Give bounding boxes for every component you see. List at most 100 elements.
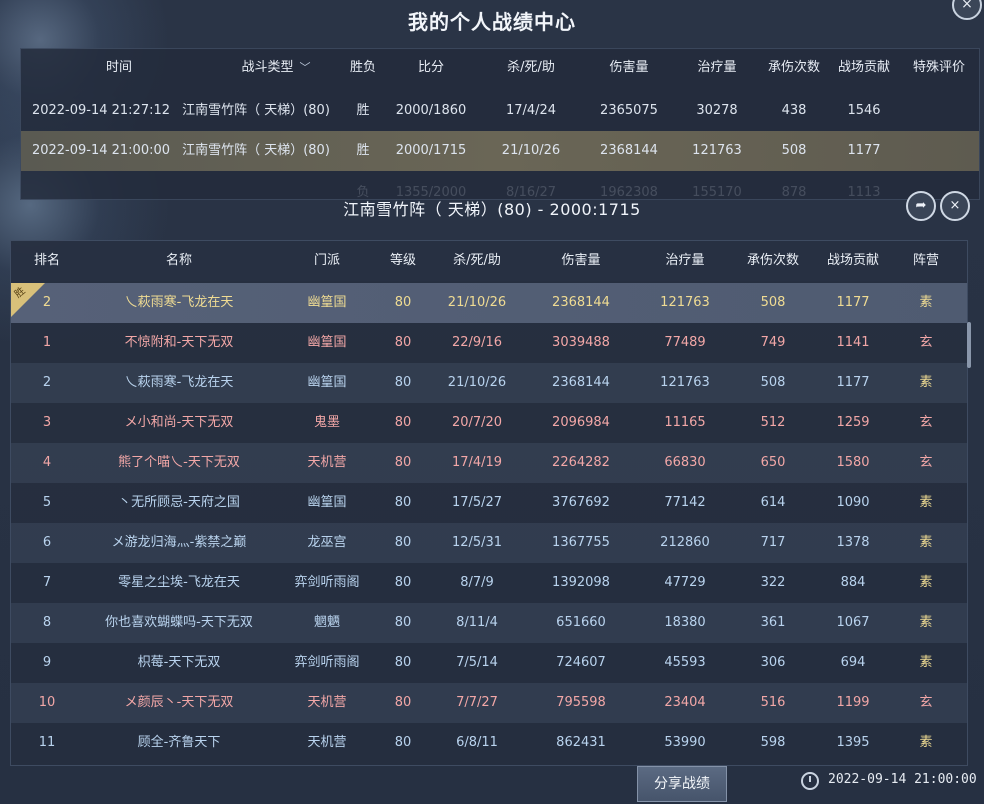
player-row[interactable]: 2 乀萩雨寒-飞龙在天 幽篁国 80 21/10/26 2368144 1217… xyxy=(11,363,967,403)
player-taken: 598 xyxy=(760,735,786,750)
history-row-selected[interactable]: 2022-09-14 21:00:00 江南雪竹阵（ 天梯）(80) 胜 200… xyxy=(21,131,979,171)
share-icon[interactable]: ➦ xyxy=(906,191,936,221)
player-damage: 2368144 xyxy=(552,295,610,310)
match-title: 江南雪竹阵（ 天梯）(80) - 2000:1715 xyxy=(343,200,641,219)
player-school: 弈剑听雨阁 xyxy=(294,575,360,590)
player-school: 弈剑听雨阁 xyxy=(294,655,360,670)
player-camp: 素 xyxy=(919,655,933,670)
player-contribution: 1378 xyxy=(836,535,870,550)
player-kda: 21/10/26 xyxy=(447,375,507,390)
header-damage: 伤害量 xyxy=(609,60,649,75)
player-row[interactable]: 6 メ游龙归海灬-紫禁之巅 龙巫宫 80 12/5/31 1367755 212… xyxy=(11,523,967,563)
player-kda: 12/5/31 xyxy=(451,535,503,550)
player-level: 80 xyxy=(394,295,412,310)
history-taken: 438 xyxy=(781,103,807,118)
player-row[interactable]: 10 メ颜辰丶-天下无双 天机营 80 7/7/27 795598 23404 … xyxy=(11,683,967,723)
player-name: 乀萩雨寒-飞龙在天 xyxy=(124,295,234,310)
player-school: 鬼墨 xyxy=(313,415,340,430)
player-kda: 17/5/27 xyxy=(451,495,503,510)
player-row[interactable]: 5 丶无所顾忌-天府之国 幽篁国 80 17/5/27 3767692 7714… xyxy=(11,483,967,523)
player-rank: 10 xyxy=(38,695,56,710)
header-time: 时间 xyxy=(105,60,132,75)
player-contribution: 1141 xyxy=(836,335,870,350)
player-damage: 2096984 xyxy=(552,415,610,430)
player-camp: 素 xyxy=(919,375,933,390)
player-rank: 6 xyxy=(42,535,52,550)
header-heal: 治疗量 xyxy=(665,253,705,268)
battle-history-table: 时间 战斗类型 ﹀ 胜负 比分 杀/死/助 伤害量 治疗量 承伤次数 战场贡献 特… xyxy=(20,48,980,200)
history-kda: 17/4/24 xyxy=(505,103,557,118)
player-row[interactable]: 11 顾全-齐鲁天下 天机营 80 6/8/11 862431 53990 59… xyxy=(11,723,967,763)
player-level: 80 xyxy=(394,415,412,430)
player-kda: 22/9/16 xyxy=(451,335,503,350)
history-damage: 2368144 xyxy=(600,143,658,158)
player-taken: 614 xyxy=(760,495,786,510)
match-detail-table: 排名 名称 门派 等级 杀/死/助 伤害量 治疗量 承伤次数 战场贡献 阵营 胜… xyxy=(10,240,968,766)
header-damage: 伤害量 xyxy=(561,253,601,268)
player-name: 你也喜欢蝴蝶吗-天下无双 xyxy=(105,615,253,630)
player-school: 幽篁国 xyxy=(307,295,347,310)
player-row[interactable]: 9 枳莓-天下无双 弈剑听雨阁 80 7/5/14 724607 45593 3… xyxy=(11,643,967,683)
player-taken: 508 xyxy=(760,375,786,390)
player-rank: 4 xyxy=(42,455,52,470)
player-contribution: 1259 xyxy=(836,415,870,430)
history-heal: 30278 xyxy=(696,103,738,118)
player-contribution: 1395 xyxy=(836,735,870,750)
player-taken: 516 xyxy=(760,695,786,710)
player-school: 幽篁国 xyxy=(307,375,347,390)
player-school: 魍魉 xyxy=(313,615,340,630)
player-row[interactable]: 7 零星之尘埃-飞龙在天 弈剑听雨阁 80 8/7/9 1392098 4772… xyxy=(11,563,967,603)
history-contribution: 1546 xyxy=(847,103,881,118)
player-damage: 2368144 xyxy=(552,375,610,390)
history-contribution: 1177 xyxy=(847,143,881,158)
player-row[interactable]: 4 熊了个喵乀-天下无双 天机营 80 17/4/19 2264282 6683… xyxy=(11,443,967,483)
chevron-down-icon[interactable]: ﹀ xyxy=(300,49,311,87)
player-row[interactable]: 8 你也喜欢蝴蝶吗-天下无双 魍魉 80 8/11/4 651660 18380… xyxy=(11,603,967,643)
player-level: 80 xyxy=(394,735,412,750)
player-kda: 21/10/26 xyxy=(447,295,507,310)
player-heal: 53990 xyxy=(664,735,706,750)
share-record-button[interactable]: 分享战绩 xyxy=(637,766,727,802)
player-row[interactable]: 1 不惊附和-天下无双 幽篁国 80 22/9/16 3039488 77489… xyxy=(11,323,967,363)
clock-icon xyxy=(801,772,819,790)
player-rank: 9 xyxy=(42,655,52,670)
header-contribution: 战场贡献 xyxy=(826,253,879,268)
player-heal: 121763 xyxy=(660,375,710,390)
player-row[interactable]: 3 メ小和尚-天下无双 鬼墨 80 20/7/20 2096984 11165 … xyxy=(11,403,967,443)
player-contribution: 1199 xyxy=(836,695,870,710)
player-school: 龙巫宫 xyxy=(307,535,347,550)
player-name: 熊了个喵乀-天下无双 xyxy=(118,455,240,470)
player-school: 幽篁国 xyxy=(307,335,347,350)
player-school: 天机营 xyxy=(307,735,347,750)
player-name: 乀萩雨寒-飞龙在天 xyxy=(124,375,234,390)
header-result: 胜负 xyxy=(349,60,376,75)
player-damage: 724607 xyxy=(556,655,606,670)
player-taken: 322 xyxy=(760,575,786,590)
close-icon[interactable]: × xyxy=(940,191,970,221)
player-row-self[interactable]: 胜 2 乀萩雨寒-飞龙在天 幽篁国 80 21/10/26 2368144 12… xyxy=(11,283,967,323)
player-camp: 玄 xyxy=(919,335,933,350)
history-time: 2022-09-14 21:00:00 xyxy=(31,143,171,158)
player-name: メ颜辰丶-天下无双 xyxy=(124,695,234,710)
player-level: 80 xyxy=(394,695,412,710)
player-rank: 2 xyxy=(42,295,52,310)
player-rank: 11 xyxy=(38,735,56,750)
history-row[interactable]: 2022-09-14 21:27:12 江南雪竹阵（ 天梯）(80) 胜 200… xyxy=(21,91,979,131)
player-taken: 361 xyxy=(760,615,786,630)
scrollbar[interactable] xyxy=(967,322,971,368)
player-heal: 77489 xyxy=(664,335,706,350)
player-camp: 玄 xyxy=(919,695,933,710)
player-camp: 玄 xyxy=(919,455,933,470)
player-contribution: 1177 xyxy=(836,375,870,390)
player-kda: 8/11/4 xyxy=(456,615,498,630)
player-kda: 6/8/11 xyxy=(456,735,498,750)
player-heal: 11165 xyxy=(664,415,706,430)
header-score: 比分 xyxy=(417,60,444,75)
player-level: 80 xyxy=(394,335,412,350)
history-special xyxy=(901,91,977,131)
history-time: 2022-09-14 21:27:12 xyxy=(31,103,171,118)
player-taken: 306 xyxy=(760,655,786,670)
header-battle-type[interactable]: 战斗类型 ﹀ xyxy=(221,49,331,89)
footer-time: 2022-09-14 21:00:00 xyxy=(828,772,977,787)
player-heal: 77142 xyxy=(664,495,706,510)
